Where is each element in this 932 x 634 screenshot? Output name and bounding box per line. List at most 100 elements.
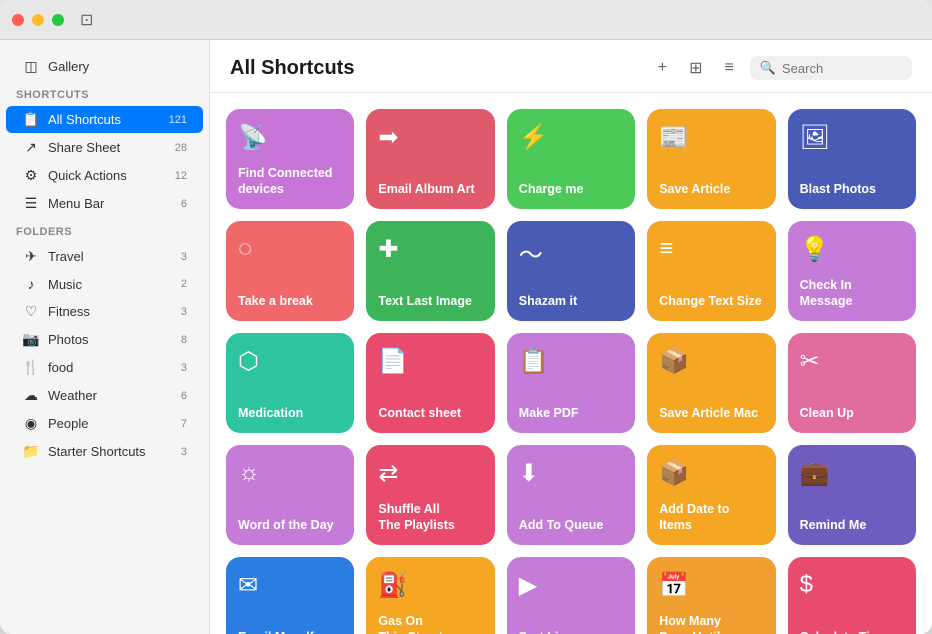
search-icon: 🔍 <box>760 60 776 76</box>
photos-badge: 8 <box>181 334 187 346</box>
sidebar-item-photos[interactable]: 📷 Photos 8 <box>6 326 203 353</box>
sidebar-item-quick-actions[interactable]: ⚙ Quick Actions 12 <box>6 162 203 189</box>
sidebar-item-menu-bar[interactable]: ☰ Menu Bar 6 <box>6 190 203 217</box>
card-label-sort-lines: Sort Lines <box>519 629 623 634</box>
card-icon-blast-photos: 🖼 <box>800 123 904 152</box>
shortcut-card-calculate-tip[interactable]: $Calculate Tip <box>788 557 916 634</box>
shortcut-card-shazam-it[interactable]: 〜Shazam it <box>507 221 635 321</box>
card-label-remind-me: Remind Me <box>800 517 904 533</box>
shortcut-card-blast-photos[interactable]: 🖼 Blast Photos <box>788 109 916 209</box>
minimize-button[interactable] <box>32 14 44 26</box>
shortcut-card-remind-me[interactable]: 💼 Remind Me <box>788 445 916 545</box>
food-label: food <box>48 360 73 375</box>
sidebar-item-share-sheet[interactable]: ↗ Share Sheet 28 <box>6 134 203 161</box>
card-icon-find-connected: 📡 <box>238 123 342 152</box>
all-shortcuts-badge: 121 <box>169 114 187 126</box>
card-icon-shuffle-playlists: ⇄ <box>378 459 482 488</box>
content-header: All Shortcuts + ⊞ ≡ 🔍 <box>210 40 932 93</box>
sidebar-item-gallery-label: Gallery <box>48 59 89 74</box>
shortcut-card-take-break[interactable]: ◌Take a break <box>226 221 354 321</box>
header-actions: + ⊞ ≡ 🔍 <box>652 54 912 82</box>
gallery-icon: ◫ <box>22 58 40 75</box>
main-layout: ◫ Gallery Shortcuts 📋 All Shortcuts 121 … <box>0 40 932 634</box>
all-shortcuts-label: All Shortcuts <box>48 112 121 127</box>
shortcut-card-gas-street[interactable]: ⛽Gas On This Street <box>366 557 494 634</box>
sidebar-item-people[interactable]: ◉ People 7 <box>6 410 203 437</box>
titlebar: ⊡ <box>0 0 932 40</box>
quick-actions-badge: 12 <box>175 170 187 182</box>
card-label-blast-photos: Blast Photos <box>800 181 904 197</box>
music-icon: ♪ <box>22 276 40 292</box>
card-icon-remind-me: 💼 <box>800 459 904 488</box>
sidebar-item-travel[interactable]: ✈ Travel 3 <box>6 243 203 270</box>
share-sheet-badge: 28 <box>175 142 187 154</box>
sidebar-item-starter[interactable]: 📁 Starter Shortcuts 3 <box>6 438 203 465</box>
shortcut-card-add-to-queue[interactable]: ⬇Add To Queue <box>507 445 635 545</box>
sidebar-item-gallery[interactable]: ◫ Gallery <box>6 53 203 80</box>
sidebar-item-weather[interactable]: ☁ Weather 6 <box>6 382 203 409</box>
travel-badge: 3 <box>181 251 187 263</box>
sidebar-item-all-shortcuts[interactable]: 📋 All Shortcuts 121 <box>6 106 203 133</box>
shortcut-card-contact-sheet[interactable]: 📄Contact sheet <box>366 333 494 433</box>
card-icon-text-last-image: ✚ <box>378 235 482 264</box>
card-icon-save-article-mac: 📦 <box>659 347 763 376</box>
people-label: People <box>48 416 88 431</box>
shortcut-card-sort-lines[interactable]: ▶Sort Lines <box>507 557 635 634</box>
food-icon: 🍴 <box>22 359 40 376</box>
quick-actions-label: Quick Actions <box>48 168 127 183</box>
card-label-add-to-queue: Add To Queue <box>519 517 623 533</box>
card-icon-clean-up: ✂ <box>800 347 904 376</box>
shortcut-card-find-connected[interactable]: 📡Find Connected devices <box>226 109 354 209</box>
fitness-badge: 3 <box>181 306 187 318</box>
card-icon-calculate-tip: $ <box>800 571 904 599</box>
sidebar: ◫ Gallery Shortcuts 📋 All Shortcuts 121 … <box>0 40 210 634</box>
close-button[interactable] <box>12 14 24 26</box>
shortcut-card-make-pdf[interactable]: 📋Make PDF <box>507 333 635 433</box>
shortcut-card-text-last-image[interactable]: ✚Text Last Image <box>366 221 494 321</box>
shortcut-card-check-in-message[interactable]: 💡Check In Message <box>788 221 916 321</box>
card-icon-save-article: 📰 <box>659 123 763 152</box>
card-label-shuffle-playlists: Shuffle All The Playlists <box>378 501 482 534</box>
menu-bar-icon: ☰ <box>22 195 40 212</box>
app-window: ⊡ ◫ Gallery Shortcuts 📋 All Shortcuts 12… <box>0 0 932 634</box>
photos-label: Photos <box>48 332 88 347</box>
shortcut-card-shuffle-playlists[interactable]: ⇄ Shuffle All The Playlists <box>366 445 494 545</box>
list-view-button[interactable]: ≡ <box>718 55 739 81</box>
add-button[interactable]: + <box>652 55 673 81</box>
menu-bar-badge: 6 <box>181 198 187 210</box>
share-sheet-label: Share Sheet <box>48 140 120 155</box>
grid-view-button[interactable]: ⊞ <box>683 54 708 82</box>
shortcut-card-save-article-mac[interactable]: 📦Save Article Mac <box>647 333 775 433</box>
music-label: Music <box>48 277 82 292</box>
search-input[interactable] <box>782 61 902 76</box>
sidebar-toggle-icon[interactable]: ⊡ <box>80 10 93 30</box>
shortcut-card-change-text-size[interactable]: ≡ Change Text Size <box>647 221 775 321</box>
menu-bar-label: Menu Bar <box>48 196 104 211</box>
shortcut-card-how-many-days[interactable]: 📅How Many Days Until <box>647 557 775 634</box>
sidebar-item-food[interactable]: 🍴 food 3 <box>6 354 203 381</box>
shortcut-card-charge-me[interactable]: ⚡Charge me <box>507 109 635 209</box>
card-icon-change-text-size: ≡ <box>659 235 763 263</box>
shortcut-card-add-date-items[interactable]: 📦Add Date to Items <box>647 445 775 545</box>
starter-label: Starter Shortcuts <box>48 444 146 459</box>
card-icon-word-of-day: ☼ <box>238 459 342 487</box>
sidebar-item-fitness[interactable]: ♡ Fitness 3 <box>6 298 203 325</box>
shortcut-card-word-of-day[interactable]: ☼Word of the Day <box>226 445 354 545</box>
sidebar-item-music[interactable]: ♪ Music 2 <box>6 271 203 297</box>
shortcut-card-email-album[interactable]: ➡Email Album Art <box>366 109 494 209</box>
card-label-contact-sheet: Contact sheet <box>378 405 482 421</box>
shortcut-card-save-article[interactable]: 📰Save Article <box>647 109 775 209</box>
card-icon-charge-me: ⚡ <box>519 123 623 152</box>
shortcut-card-medication[interactable]: ⬡Medication <box>226 333 354 433</box>
card-label-check-in-message: Check In Message <box>800 277 904 310</box>
maximize-button[interactable] <box>52 14 64 26</box>
card-label-take-break: Take a break <box>238 293 342 309</box>
shortcut-card-clean-up[interactable]: ✂Clean Up <box>788 333 916 433</box>
card-label-change-text-size: Change Text Size <box>659 293 763 309</box>
shortcut-card-email-myself[interactable]: ✉Email Myself <box>226 557 354 634</box>
card-label-email-myself: Email Myself <box>238 629 342 634</box>
shortcuts-grid: 📡Find Connected devices➡Email Album Art⚡… <box>210 93 932 634</box>
people-icon: ◉ <box>22 415 40 432</box>
search-box: 🔍 <box>750 56 912 80</box>
card-label-add-date-items: Add Date to Items <box>659 501 763 534</box>
